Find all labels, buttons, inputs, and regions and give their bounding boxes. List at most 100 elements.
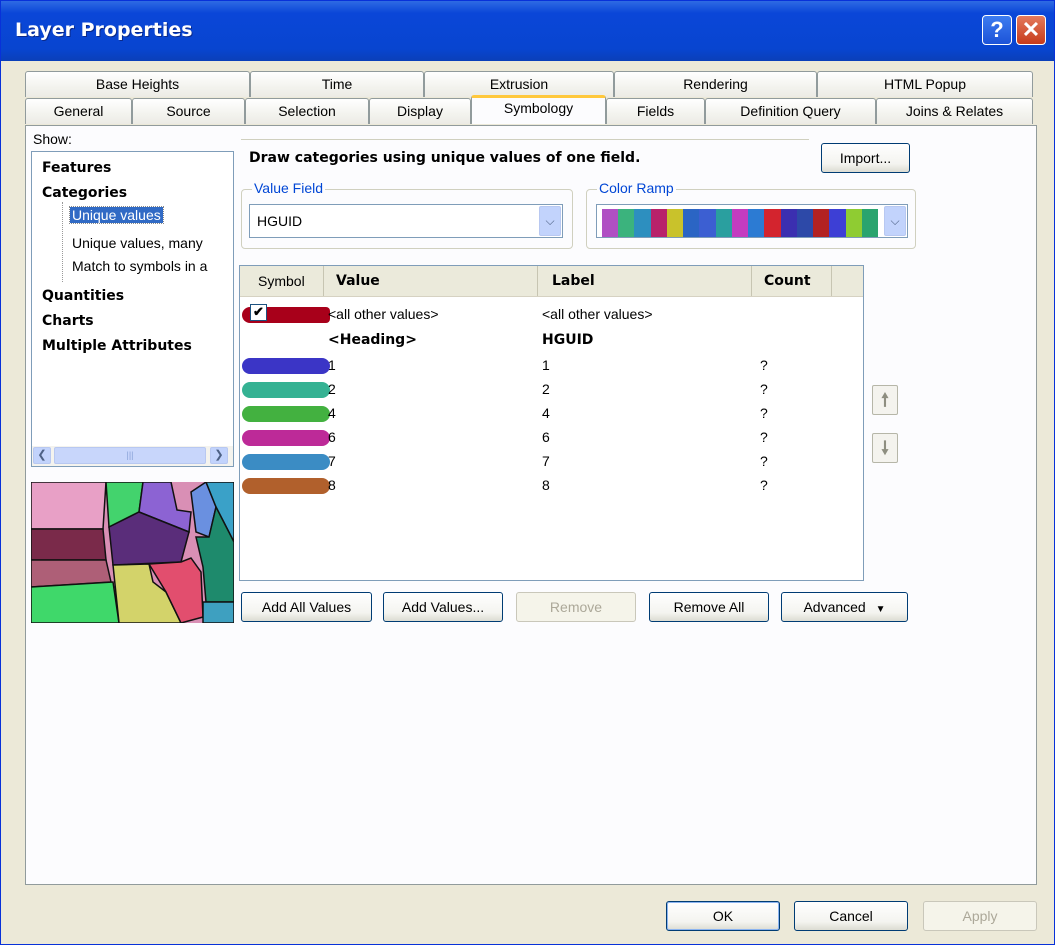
tab-definition-query[interactable]: Definition Query xyxy=(705,98,876,124)
color-ramp-swatch xyxy=(715,209,732,237)
tree-item-charts[interactable]: Charts xyxy=(42,313,94,329)
show-tree: Features Categories Unique values Unique… xyxy=(31,151,234,467)
color-ramp-swatch xyxy=(650,209,667,237)
tree-item-match-symbols[interactable]: Match to symbols in a xyxy=(72,258,207,274)
table-row[interactable]: 7 7? xyxy=(240,449,863,474)
label-cell: 7 xyxy=(542,453,550,469)
tab-general[interactable]: General xyxy=(25,98,132,124)
tree-horizontal-scrollbar[interactable]: ❮ ||| ❯ xyxy=(32,446,233,466)
scroll-right-icon[interactable]: ❯ xyxy=(210,447,228,464)
table-header: Symbol Value Label Count xyxy=(240,266,863,297)
table-row-all-other[interactable]: ✔ <all other values> <all other values> xyxy=(240,302,863,327)
color-ramp-swatch xyxy=(764,209,781,237)
show-all-other-checkbox[interactable]: ✔ xyxy=(250,304,267,321)
count-cell: ? xyxy=(760,405,768,421)
layer-properties-dialog: Layer Properties ? ✕ Base Heights Time E… xyxy=(0,0,1055,945)
header-value[interactable]: Value xyxy=(324,266,538,296)
table-row[interactable]: 4 4? xyxy=(240,401,863,426)
count-cell: ? xyxy=(760,429,768,445)
value-cell: <all other values> xyxy=(328,306,439,322)
arrow-down-icon[interactable]: 🠗 xyxy=(872,433,898,463)
tab-selection[interactable]: Selection xyxy=(245,98,369,124)
advanced-button[interactable]: Advanced ▼ xyxy=(781,592,908,622)
tree-item-features[interactable]: Features xyxy=(42,160,111,176)
value-field-value: HGUID xyxy=(257,213,303,229)
remove-button[interactable]: Remove xyxy=(516,592,636,622)
close-button[interactable]: ✕ xyxy=(1016,15,1046,45)
add-all-values-button[interactable]: Add All Values xyxy=(241,592,372,622)
scroll-left-icon[interactable]: ❮ xyxy=(33,447,51,464)
count-cell: ? xyxy=(760,477,768,493)
label-cell: 8 xyxy=(542,477,550,493)
tab-time[interactable]: Time xyxy=(250,71,424,97)
tab-fields[interactable]: Fields xyxy=(606,98,705,124)
table-row-heading[interactable]: <Heading> HGUID xyxy=(240,328,863,353)
tree-item-unique-values-many[interactable]: Unique values, many xyxy=(72,235,203,251)
value-field-select[interactable]: HGUID ⌵ xyxy=(249,204,563,238)
color-ramp-swatch xyxy=(813,209,830,237)
value-cell: 1 xyxy=(328,357,336,373)
label-cell: 2 xyxy=(542,381,550,397)
tab-display[interactable]: Display xyxy=(369,98,471,124)
color-ramp-swatch xyxy=(748,209,765,237)
tree-item-quantities[interactable]: Quantities xyxy=(42,288,124,304)
help-button[interactable]: ? xyxy=(982,15,1012,45)
value-field-label: Value Field xyxy=(252,180,326,196)
symbol-swatch[interactable] xyxy=(242,382,330,398)
arrow-up-icon[interactable]: 🠕 xyxy=(872,385,898,415)
tree-item-categories[interactable]: Categories xyxy=(42,185,127,201)
add-values-button[interactable]: Add Values... xyxy=(383,592,503,622)
tab-source[interactable]: Source xyxy=(132,98,245,124)
chevron-down-icon[interactable]: ⌵ xyxy=(539,206,561,236)
color-ramp-swatch xyxy=(666,209,684,237)
color-ramp-swatch xyxy=(861,209,878,237)
symbol-swatch[interactable] xyxy=(242,478,330,494)
tab-html-popup[interactable]: HTML Popup xyxy=(817,71,1033,97)
table-row[interactable]: 6 6? xyxy=(240,425,863,450)
symbol-swatch[interactable] xyxy=(242,454,330,470)
remove-all-button[interactable]: Remove All xyxy=(649,592,769,622)
symbol-swatch[interactable] xyxy=(242,358,330,374)
label-cell: 1 xyxy=(542,357,550,373)
tree-item-multiple-attributes[interactable]: Multiple Attributes xyxy=(42,338,192,354)
color-ramp-swatch xyxy=(780,209,797,237)
value-cell: 4 xyxy=(328,405,336,421)
header-label[interactable]: Label xyxy=(538,266,752,296)
value-cell: 6 xyxy=(328,429,336,445)
tab-joins-relates[interactable]: Joins & Relates xyxy=(876,98,1033,124)
advanced-label: Advanced xyxy=(803,599,866,615)
table-row[interactable]: 2 2? xyxy=(240,377,863,402)
color-ramp-label: Color Ramp xyxy=(597,180,676,196)
header-count[interactable]: Count xyxy=(752,266,832,296)
count-cell: ? xyxy=(760,453,768,469)
count-cell: ? xyxy=(760,381,768,397)
title-bar: Layer Properties ? ✕ xyxy=(1,1,1054,61)
import-button[interactable]: Import... xyxy=(821,143,910,173)
ok-button[interactable]: OK xyxy=(666,901,780,931)
value-cell: 2 xyxy=(328,381,336,397)
window-title: Layer Properties xyxy=(15,19,193,41)
header-symbol[interactable]: Symbol xyxy=(240,266,324,296)
apply-button[interactable]: Apply xyxy=(923,901,1037,931)
table-row[interactable]: 1 1? xyxy=(240,353,863,378)
scrollbar-thumb[interactable]: ||| xyxy=(54,447,206,464)
symbol-swatch[interactable] xyxy=(242,430,330,446)
table-row[interactable]: 8 8? xyxy=(240,473,863,498)
color-ramp-swatch xyxy=(731,209,749,237)
tab-symbology[interactable]: Symbology xyxy=(471,95,606,124)
color-ramp-swatch xyxy=(618,209,635,237)
value-cell: 8 xyxy=(328,477,336,493)
tab-base-heights[interactable]: Base Heights xyxy=(25,71,250,97)
symbology-preview-map xyxy=(31,482,234,623)
color-ramp-swatch xyxy=(829,209,846,237)
tree-line xyxy=(62,202,64,282)
cancel-button[interactable]: Cancel xyxy=(794,901,908,931)
tab-rendering[interactable]: Rendering xyxy=(614,71,817,97)
import-button-label: Import... xyxy=(839,150,892,166)
chevron-down-icon[interactable]: ⌵ xyxy=(884,206,906,236)
description-text: Draw categories using unique values of o… xyxy=(249,150,641,166)
symbol-swatch[interactable] xyxy=(242,406,330,422)
tree-item-unique-values[interactable]: Unique values xyxy=(69,206,164,224)
values-table[interactable]: Symbol Value Label Count ✔ <all other va… xyxy=(239,265,864,581)
tab-extrusion[interactable]: Extrusion xyxy=(424,71,614,97)
